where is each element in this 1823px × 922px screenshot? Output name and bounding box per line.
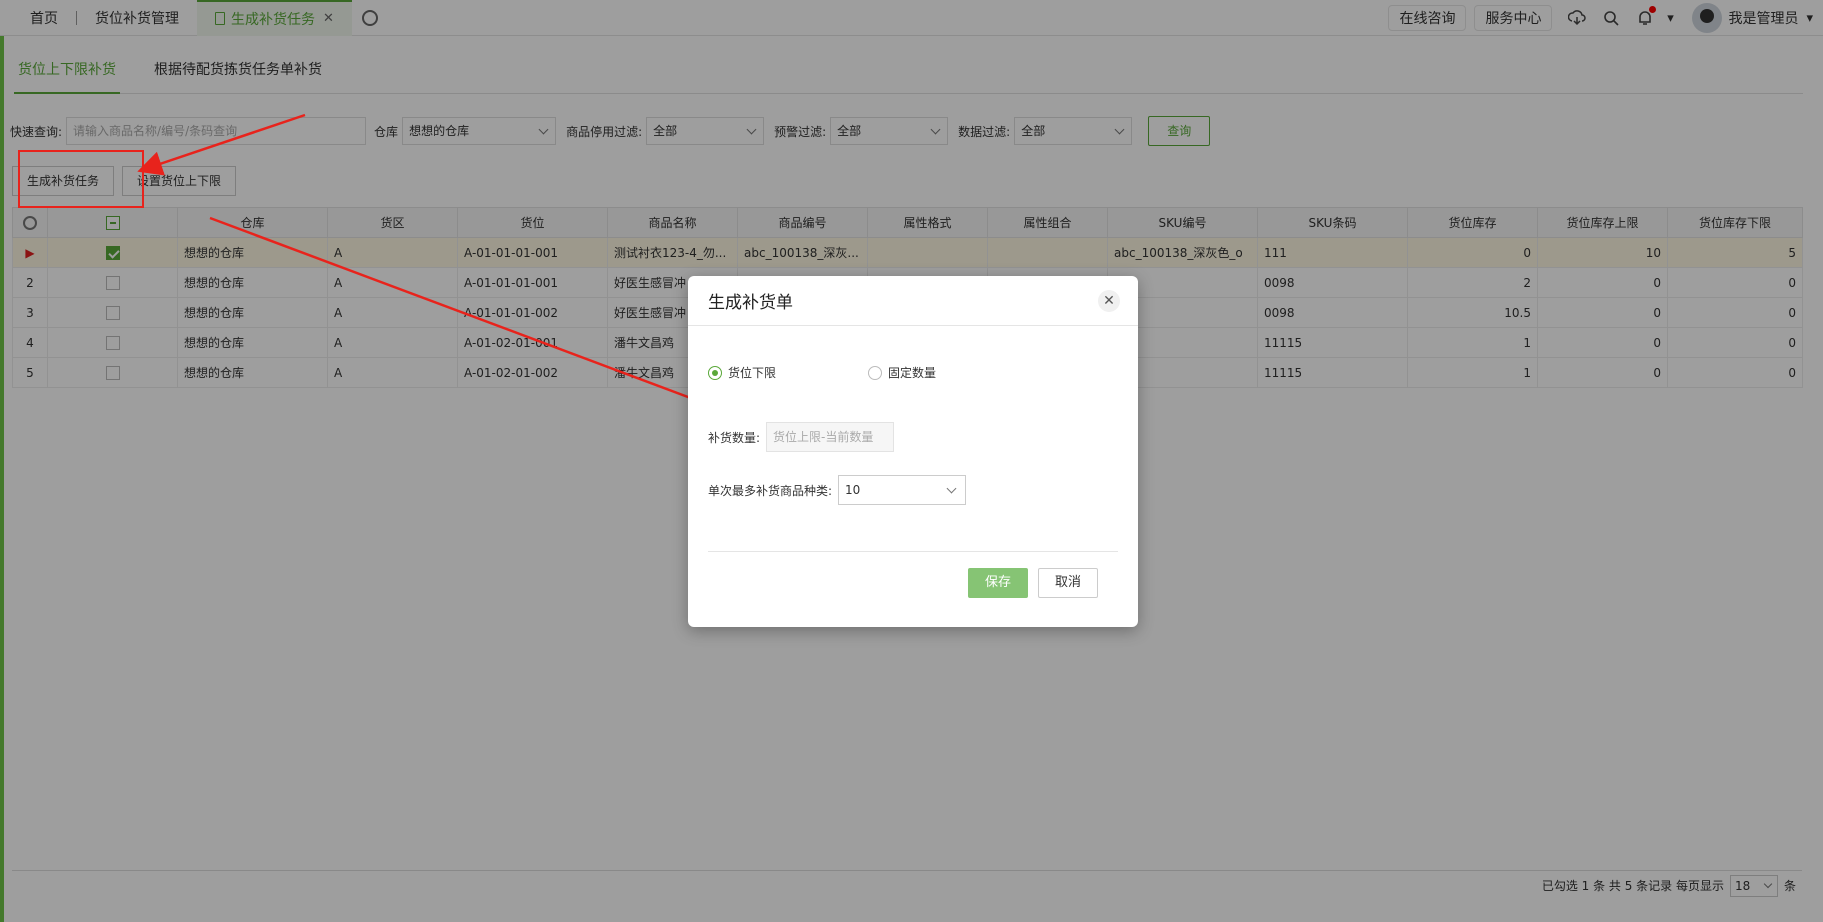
radio-label: 固定数量 <box>888 366 937 380</box>
dialog-divider <box>708 551 1118 552</box>
qty-input[interactable]: 货位上限-当前数量 <box>766 422 895 452</box>
qty-row: 补货数量: 货位上限-当前数量 <box>708 422 895 452</box>
radio-fixed-qty[interactable]: 固定数量 <box>868 364 1028 381</box>
max-kinds-label: 单次最多补货商品种类: <box>708 483 833 498</box>
max-kinds-select[interactable]: 10 <box>838 475 967 505</box>
qty-label: 补货数量: <box>708 430 761 445</box>
radio-checked-icon[interactable] <box>708 365 722 380</box>
dialog-header: 生成补货单 <box>688 276 1138 326</box>
dialog-close-icon[interactable]: ✕ <box>1098 290 1120 312</box>
replenish-mode-radios: 货位下限 固定数量 <box>708 364 1028 381</box>
generate-replenish-dialog: 生成补货单 ✕ 货位下限 固定数量 补货数量: 货位上限-当前数量 单次最多补货… <box>688 276 1138 627</box>
annotation-arrow-to-button <box>137 113 306 176</box>
max-kinds-row: 单次最多补货商品种类: 10 <box>708 475 967 505</box>
annotation-arrow-to-dialog <box>209 216 717 411</box>
radio-bin-lower-limit[interactable]: 货位下限 <box>708 364 868 381</box>
radio-label: 货位下限 <box>728 366 777 380</box>
dialog-title: 生成补货单 <box>708 293 793 313</box>
save-button[interactable]: 保存 <box>968 568 1028 598</box>
radio-unchecked-icon[interactable] <box>868 365 882 380</box>
cancel-button[interactable]: 取消 <box>1038 568 1098 598</box>
